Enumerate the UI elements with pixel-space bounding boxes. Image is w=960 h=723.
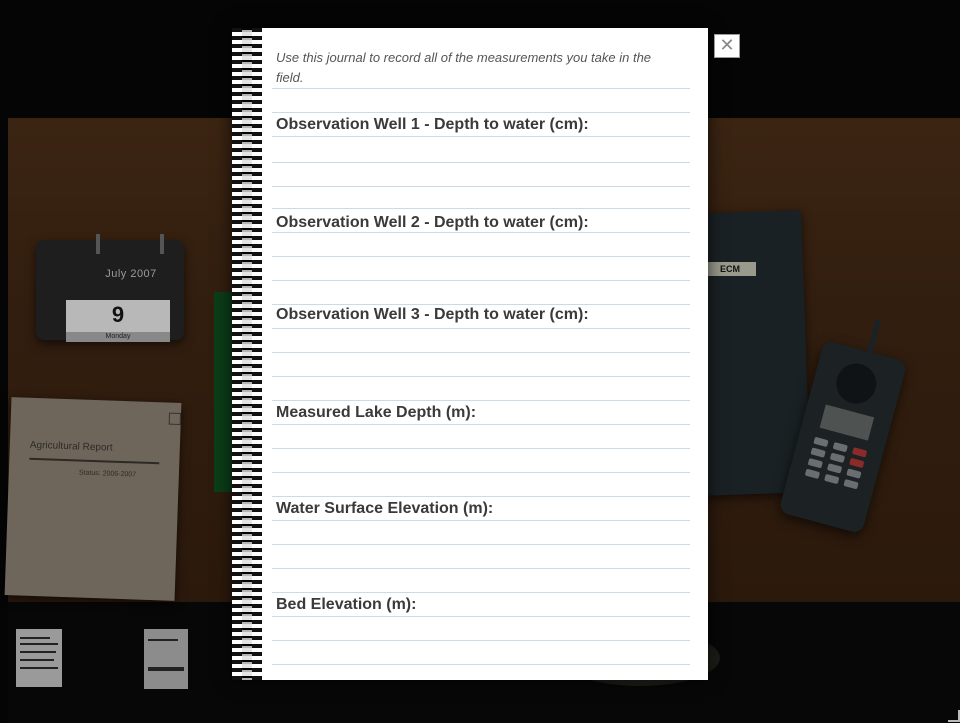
journal-page: Use this journal to record all of the me… <box>268 28 740 680</box>
spiral-binding <box>232 28 264 680</box>
calendar-day: 9 <box>66 300 170 332</box>
report-corner-icon <box>168 412 182 426</box>
field-journal: Use this journal to record all of the me… <box>232 28 740 680</box>
phone-screen <box>819 404 875 441</box>
document-thumbnail-1[interactable] <box>16 629 62 687</box>
document-thumbnail-2[interactable] <box>144 629 188 689</box>
journal-instructions: Use this journal to record all of the me… <box>276 50 652 85</box>
close-button[interactable]: ✕ <box>714 34 740 58</box>
resize-handle-icon[interactable] <box>948 710 960 722</box>
field-label-well-1: Observation Well 1 - Depth to water (cm)… <box>276 116 589 133</box>
field-label-well-3: Observation Well 3 - Depth to water (cm)… <box>276 306 589 323</box>
report-divider <box>29 457 160 465</box>
book-tag: ECM <box>704 262 756 276</box>
phone-speaker-icon <box>831 359 881 409</box>
calendar-month: July 2007 <box>105 268 157 280</box>
report-subtitle: Status: 2006-2007 <box>78 469 137 479</box>
agricultural-report[interactable]: Agricultural Report Status: 2006-2007 <box>4 397 182 601</box>
calendar-rings <box>96 234 164 254</box>
report-title: Agricultural Report <box>29 439 113 454</box>
field-label-water-surface-elevation: Water Surface Elevation (m): <box>276 500 494 517</box>
field-label-bed-elevation: Bed Elevation (m): <box>276 596 417 613</box>
calendar-weekday: Monday <box>66 332 170 342</box>
phone-keypad <box>804 436 868 490</box>
field-label-lake-depth: Measured Lake Depth (m): <box>276 404 477 421</box>
field-label-well-2: Observation Well 2 - Depth to water (cm)… <box>276 214 589 231</box>
